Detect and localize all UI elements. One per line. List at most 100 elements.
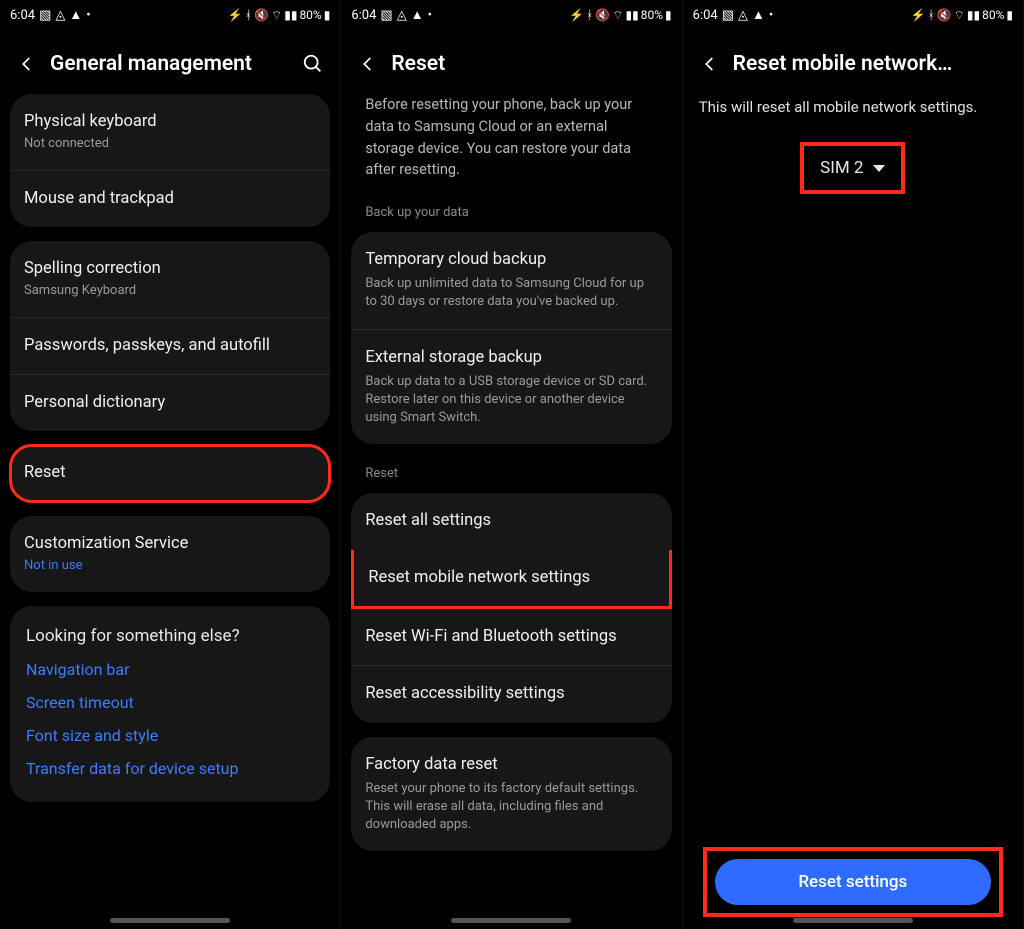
row-sub: Samsung Keyboard — [24, 282, 316, 300]
row-personal-dictionary[interactable]: Personal dictionary — [10, 374, 330, 431]
status-right: ⚡ ᚼ 🔇 ⌔ ▮▮ 80% ▮ — [569, 8, 672, 22]
description: This will reset all mobile network setti… — [699, 98, 1007, 116]
signal-icon: ▮▮ — [626, 9, 639, 21]
row-title: External storage backup — [365, 347, 657, 369]
row-desc: Back up unlimited data to Samsung Cloud … — [365, 275, 657, 311]
picture-icon: ▧ — [722, 9, 734, 22]
row-title: Personal dictionary — [24, 392, 316, 414]
sim-label: SIM 2 — [820, 158, 863, 178]
nav-handle[interactable] — [110, 918, 230, 923]
panel-general-management: 6:04 ▧ ◬ ▲ • ⚡ ᚼ 🔇 ⌔ ▮▮ 80% ▮ General ma… — [0, 0, 341, 929]
row-title: Reset — [24, 462, 316, 484]
status-right: ⚡ ᚼ 🔇 ⌔ ▮▮ 80% ▮ — [228, 8, 331, 22]
page-title: Reset mobile network… — [733, 52, 1007, 76]
mute-icon: 🔇 — [937, 9, 952, 21]
chevron-down-icon — [873, 165, 885, 172]
battery-icon: ▮ — [324, 9, 331, 21]
charging-icon: ⚡ — [569, 9, 584, 21]
row-physical-keyboard[interactable]: Physical keyboard Not connected — [10, 94, 330, 170]
section-reset: Reset — [351, 458, 671, 493]
mute-icon: 🔇 — [595, 9, 610, 21]
row-reset-mobile-network[interactable]: Reset mobile network settings — [351, 550, 671, 609]
row-spelling-correction[interactable]: Spelling correction Samsung Keyboard — [10, 241, 330, 317]
row-reset-all-settings[interactable]: Reset all settings — [351, 493, 671, 549]
row-title: Temporary cloud backup — [365, 249, 657, 271]
battery-text: 80% — [982, 8, 1004, 22]
page-title: Reset — [391, 52, 665, 76]
wifi-icon: ⌔ — [612, 9, 623, 21]
row-factory-reset[interactable]: Factory data reset Reset your phone to i… — [351, 737, 671, 852]
signal-icon: ▮▮ — [967, 9, 980, 21]
status-bar: 6:04 ▧ ◬ ▲ • ⚡ ᚼ 🔇 ⌔ ▮▮ 80% ▮ — [0, 0, 340, 30]
header: Reset — [341, 30, 681, 94]
link-font-size-style[interactable]: Font size and style — [26, 726, 314, 745]
lead-text: Before resetting your phone, back up you… — [351, 94, 671, 197]
wifi-icon: ⌔ — [271, 9, 282, 21]
mute-icon: 🔇 — [254, 9, 269, 21]
link-navigation-bar[interactable]: Navigation bar — [26, 660, 314, 679]
status-right: ⚡ ᚼ 🔇 ⌔ ▮▮ 80% ▮ — [910, 8, 1013, 22]
wifi-icon: ⌔ — [954, 9, 965, 21]
row-reset-accessibility[interactable]: Reset accessibility settings — [351, 665, 671, 722]
status-time: 6:04 — [693, 8, 718, 23]
link-transfer-data[interactable]: Transfer data for device setup — [26, 759, 314, 778]
link-screen-timeout[interactable]: Screen timeout — [26, 693, 314, 712]
battery-icon: ▮ — [665, 9, 672, 21]
reset-button-highlight: Reset settings — [703, 847, 1003, 917]
more-icon: • — [86, 9, 90, 22]
status-left: 6:04 ▧ ◬ ▲ • — [351, 8, 432, 23]
card-reset-options: Reset all settings Reset mobile network … — [351, 493, 671, 722]
back-icon[interactable] — [16, 53, 38, 75]
back-icon[interactable] — [699, 53, 721, 75]
charging-icon: ⚡ — [228, 9, 243, 21]
nav-handle[interactable] — [451, 918, 571, 923]
row-customization-service[interactable]: Customization Service Not in use — [10, 516, 330, 592]
row-title: Mouse and trackpad — [24, 188, 316, 210]
sim-selector[interactable]: SIM 2 — [800, 142, 905, 194]
user-icon: ◬ — [738, 9, 748, 22]
warning-icon: ▲ — [752, 9, 765, 22]
row-title: Passwords, passkeys, and autofill — [24, 335, 316, 357]
more-icon: • — [769, 9, 773, 22]
card-reset: Reset — [10, 445, 330, 501]
row-desc: Back up data to a USB storage device or … — [365, 373, 657, 428]
card-customization: Customization Service Not in use — [10, 516, 330, 592]
row-passwords[interactable]: Passwords, passkeys, and autofill — [10, 317, 330, 374]
row-desc: Reset your phone to its factory default … — [365, 780, 657, 835]
status-bar: 6:04 ▧ ◬ ▲ • ⚡ ᚼ 🔇 ⌔ ▮▮ 80% ▮ — [683, 0, 1023, 30]
back-icon[interactable] — [357, 53, 379, 75]
bluetooth-icon: ᚼ — [245, 9, 252, 21]
user-icon: ◬ — [397, 9, 407, 22]
signal-icon: ▮▮ — [284, 9, 297, 21]
status-bar: 6:04 ▧ ◬ ▲ • ⚡ ᚼ 🔇 ⌔ ▮▮ 80% ▮ — [341, 0, 681, 30]
row-sub: Not in use — [24, 557, 316, 575]
sim-selector-wrap: SIM 2 — [699, 142, 1007, 194]
row-title: Reset mobile network settings — [368, 567, 654, 589]
row-temp-cloud-backup[interactable]: Temporary cloud backup Back up unlimited… — [351, 232, 671, 329]
warning-icon: ▲ — [411, 9, 424, 22]
row-title: Reset Wi-Fi and Bluetooth settings — [365, 626, 657, 648]
search-icon[interactable] — [302, 53, 324, 75]
content: Physical keyboard Not connected Mouse an… — [0, 94, 340, 929]
charging-icon: ⚡ — [910, 9, 925, 21]
button-label: Reset settings — [798, 872, 907, 892]
reset-settings-button[interactable]: Reset settings — [715, 859, 991, 905]
card-input-devices: Physical keyboard Not connected Mouse an… — [10, 94, 330, 227]
row-reset[interactable]: Reset — [10, 445, 330, 501]
panel-reset-mobile-network: 6:04 ▧ ◬ ▲ • ⚡ ᚼ 🔇 ⌔ ▮▮ 80% ▮ Reset mobi… — [683, 0, 1024, 929]
picture-icon: ▧ — [39, 9, 51, 22]
bluetooth-icon: ᚼ — [927, 9, 934, 21]
page-title: General management — [50, 52, 290, 76]
picture-icon: ▧ — [380, 9, 392, 22]
row-mouse-trackpad[interactable]: Mouse and trackpad — [10, 170, 330, 227]
battery-text: 80% — [299, 8, 321, 22]
row-reset-wifi-bt[interactable]: Reset Wi-Fi and Bluetooth settings — [351, 609, 671, 665]
nav-handle[interactable] — [793, 918, 913, 923]
more-icon: • — [428, 9, 432, 22]
row-title: Reset all settings — [365, 510, 657, 532]
row-title: Factory data reset — [365, 754, 657, 776]
header: Reset mobile network… — [683, 30, 1023, 94]
card-factory-reset: Factory data reset Reset your phone to i… — [351, 737, 671, 852]
row-external-storage-backup[interactable]: External storage backup Back up data to … — [351, 329, 671, 445]
row-title: Physical keyboard — [24, 111, 316, 133]
